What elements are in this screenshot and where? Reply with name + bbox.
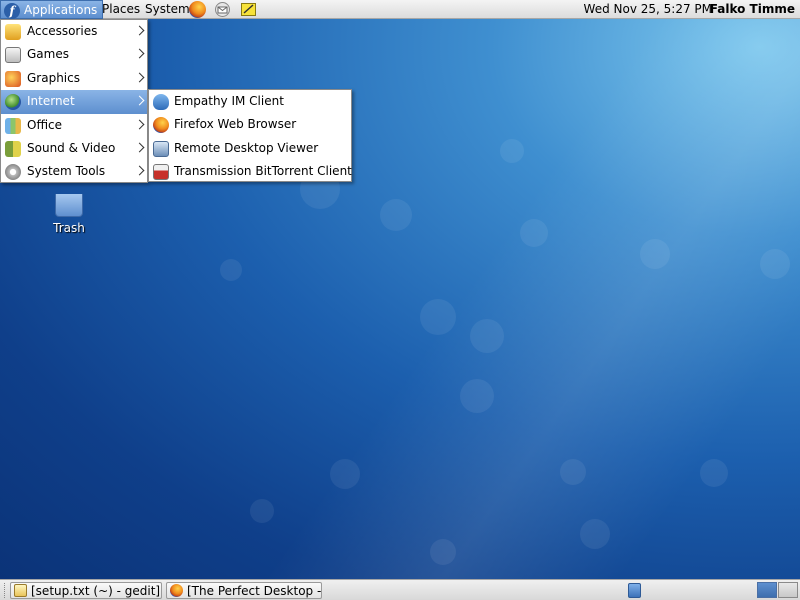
trash-label: Trash bbox=[53, 221, 85, 235]
menu-item-accessories[interactable]: Accessories bbox=[1, 20, 147, 43]
clock[interactable]: Wed Nov 25, 5:27 PM bbox=[584, 0, 712, 18]
bubble bbox=[520, 219, 548, 247]
menu-item-label: Games bbox=[27, 47, 69, 62]
bubble bbox=[460, 379, 494, 413]
internet-submenu: Empathy IM Client Firefox Web Browser Re… bbox=[148, 89, 352, 182]
menu-item-sound-video[interactable]: Sound & Video bbox=[1, 137, 147, 160]
places-menu-button[interactable]: Places bbox=[97, 0, 145, 18]
menu-item-office[interactable]: Office bbox=[1, 114, 147, 137]
menu-item-internet[interactable]: Internet bbox=[1, 90, 147, 114]
office-icon bbox=[5, 117, 21, 134]
chevron-right-icon bbox=[134, 72, 145, 83]
taskbar-button-firefox[interactable]: [The Perfect Desktop -... bbox=[166, 582, 322, 599]
bubble bbox=[560, 459, 586, 485]
top-panel: f Applications Places System Wed Nov 25, … bbox=[0, 0, 800, 19]
gedit-icon bbox=[14, 584, 27, 597]
bubble bbox=[640, 239, 670, 269]
bubble bbox=[220, 259, 242, 281]
workspace-1[interactable] bbox=[757, 582, 777, 598]
menu-item-label: Accessories bbox=[27, 24, 98, 38]
menu-item-system-tools[interactable]: System Tools bbox=[1, 160, 147, 183]
menu-item-label: Graphics bbox=[27, 70, 80, 85]
trash-icon[interactable] bbox=[55, 194, 83, 217]
games-icon bbox=[5, 47, 21, 64]
user-switcher[interactable]: Falko Timme bbox=[710, 0, 795, 18]
transmission-icon bbox=[153, 164, 169, 181]
bubble bbox=[500, 139, 524, 163]
chevron-right-icon bbox=[134, 48, 145, 59]
menu-item-label: Remote Desktop Viewer bbox=[174, 140, 319, 155]
chevron-right-icon bbox=[134, 165, 145, 176]
bubble bbox=[580, 519, 610, 549]
menu-item-games[interactable]: Games bbox=[1, 43, 147, 66]
sound-video-icon bbox=[5, 140, 21, 157]
menu-item-label: Internet bbox=[27, 94, 75, 109]
menu-item-label: Transmission BitTorrent Client bbox=[174, 164, 352, 179]
chevron-right-icon bbox=[134, 25, 145, 36]
menu-item-label: Office bbox=[27, 117, 63, 132]
menu-item-label: Sound & Video bbox=[27, 140, 116, 155]
taskbar-button-label: [The Perfect Desktop -... bbox=[187, 584, 322, 598]
system-menu-button[interactable]: System bbox=[140, 0, 195, 18]
menu-item-firefox[interactable]: Firefox Web Browser bbox=[149, 113, 351, 136]
applications-dropdown: Accessories Games Graphics Internet Offi… bbox=[0, 19, 148, 183]
empathy-icon bbox=[153, 94, 169, 110]
bubble bbox=[470, 319, 504, 353]
accessories-icon bbox=[5, 24, 21, 40]
chevron-right-icon bbox=[134, 119, 145, 130]
taskbar-button-label: [setup.txt (~) - gedit] bbox=[31, 584, 161, 598]
fedora-logo-icon: f bbox=[4, 2, 20, 19]
trash-icon[interactable] bbox=[628, 583, 641, 598]
remote-desktop-icon bbox=[153, 140, 169, 157]
menu-item-label: System Tools bbox=[27, 164, 106, 179]
bubble bbox=[760, 249, 790, 279]
menu-item-transmission[interactable]: Transmission BitTorrent Client bbox=[149, 160, 352, 183]
internet-icon bbox=[5, 94, 21, 111]
taskbar-button-gedit[interactable]: [setup.txt (~) - gedit] bbox=[10, 582, 162, 599]
trash-desktop-icon[interactable]: Trash bbox=[48, 194, 90, 235]
menu-item-empathy[interactable]: Empathy IM Client bbox=[149, 90, 351, 113]
system-tools-icon bbox=[5, 164, 21, 181]
bubble bbox=[420, 299, 456, 335]
firefox-icon[interactable] bbox=[189, 1, 206, 18]
menu-item-remote-desktop[interactable]: Remote Desktop Viewer bbox=[149, 137, 351, 160]
graphics-icon bbox=[5, 70, 21, 87]
bubble bbox=[330, 459, 360, 489]
bubble bbox=[700, 459, 728, 487]
firefox-icon bbox=[170, 584, 183, 597]
panel-handle[interactable] bbox=[4, 583, 8, 598]
bubble bbox=[380, 199, 412, 231]
chevron-right-icon bbox=[134, 95, 145, 106]
bottom-panel: [setup.txt (~) - gedit] [The Perfect Des… bbox=[0, 579, 800, 600]
menu-item-label: Firefox Web Browser bbox=[174, 117, 297, 132]
workspace-2[interactable] bbox=[778, 582, 798, 598]
bubble bbox=[430, 539, 456, 565]
applications-menu-button[interactable]: f Applications bbox=[0, 0, 104, 19]
bubble bbox=[250, 499, 274, 523]
menu-item-graphics[interactable]: Graphics bbox=[1, 67, 147, 90]
firefox-icon bbox=[153, 117, 169, 134]
menu-item-label: Empathy IM Client bbox=[174, 94, 284, 108]
chevron-right-icon bbox=[134, 142, 145, 153]
mail-icon[interactable] bbox=[214, 1, 231, 18]
notes-icon[interactable] bbox=[240, 1, 257, 18]
applications-menu-label: Applications bbox=[24, 3, 98, 17]
